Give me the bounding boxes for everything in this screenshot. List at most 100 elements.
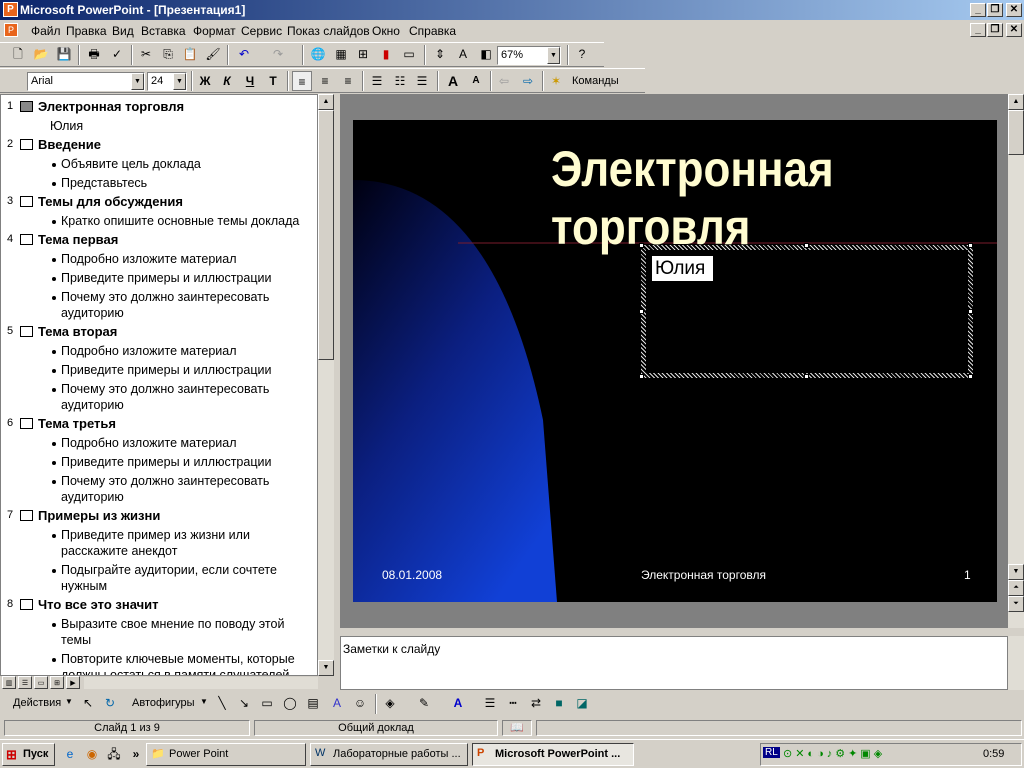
outline-bullet-text[interactable]: Приведите примеры и иллюстрации <box>61 454 271 470</box>
horizontal-scrollbar[interactable] <box>84 677 318 689</box>
decrease-font-icon[interactable]: A <box>466 71 486 91</box>
increase-font-icon[interactable]: A <box>443 71 463 91</box>
select-pointer-icon[interactable]: ↖ <box>78 693 98 713</box>
network-icon[interactable]: 🖧 <box>104 744 124 764</box>
scroll-thumb[interactable] <box>318 110 334 360</box>
doc-minimize-button[interactable]: _ <box>970 23 986 37</box>
outline-bullet-text[interactable]: Объявите цель доклада <box>61 156 201 172</box>
resize-handle[interactable] <box>804 374 809 379</box>
resize-handle[interactable] <box>639 374 644 379</box>
menu-window[interactable]: Окно <box>372 24 400 38</box>
demote-icon[interactable]: ⇨ <box>518 71 538 91</box>
undo-icon[interactable]: ↶ <box>234 44 254 64</box>
grayscale-icon[interactable]: ◧ <box>476 44 496 64</box>
bullets-icon[interactable]: ☰ <box>412 71 432 91</box>
font-combo[interactable]: Arial ▼ <box>27 72 145 91</box>
document-icon[interactable]: P <box>4 23 18 37</box>
start-button[interactable]: ⊞ Пуск <box>2 743 55 766</box>
format-painter-icon[interactable]: 🖌 <box>203 44 223 64</box>
outline-bullet-text[interactable]: Подробно изложите материал <box>61 343 237 359</box>
menu-tools[interactable]: Сервис <box>241 24 282 38</box>
more-quicklaunch-icon[interactable]: » <box>126 744 146 764</box>
new-icon[interactable]: 🗋 <box>8 44 28 64</box>
cut-icon[interactable]: ✂ <box>136 44 156 64</box>
menu-slideshow[interactable]: Показ слайдов <box>287 24 370 38</box>
3d-icon[interactable]: ◪ <box>572 693 592 713</box>
minimize-button[interactable]: _ <box>970 3 986 17</box>
menu-file[interactable]: Файл <box>31 24 61 38</box>
menu-view[interactable]: Вид <box>112 24 134 38</box>
autoshapes-menu[interactable]: Автофигуры <box>132 697 195 709</box>
slide-scrollbar[interactable]: ▲ ▼ ⏶ ⏷ <box>1008 94 1024 628</box>
resize-handle[interactable] <box>804 243 809 248</box>
line-spacing-icon[interactable]: ☷ <box>390 71 410 91</box>
slide-sorter-icon[interactable]: ⊞ <box>50 676 64 689</box>
resize-handle[interactable] <box>639 309 644 314</box>
previous-slide-icon[interactable]: ⏶ <box>1008 580 1024 596</box>
tray-icons[interactable]: ⊙✕◐◑♪⚙✦▣◈ <box>783 747 885 760</box>
outline-bullet-text[interactable]: Подыграйте аудитории, если сочтете нужным <box>61 562 277 594</box>
outline-view-icon[interactable]: ☰ <box>18 676 32 689</box>
subtitle-placeholder[interactable]: Юлия <box>641 245 973 378</box>
numbering-icon[interactable]: ☰ <box>367 71 387 91</box>
language-indicator[interactable]: RL <box>763 747 780 758</box>
commands-menu[interactable]: Команды <box>572 75 619 87</box>
slide-icon[interactable] <box>20 599 33 610</box>
show-formatting-icon[interactable]: A <box>453 44 473 64</box>
print-icon[interactable]: 🖶 <box>84 44 104 64</box>
outline-bullet-text[interactable]: Выразите свое мнение по поводу этой темы <box>61 616 284 648</box>
doc-restore-button[interactable]: ❐ <box>987 23 1003 37</box>
restore-button[interactable]: ❐ <box>987 3 1003 17</box>
menu-edit[interactable]: Правка <box>66 24 107 38</box>
hyperlink-icon[interactable]: 🌐 <box>308 44 328 64</box>
oval-icon[interactable]: ◯ <box>280 693 300 713</box>
open-icon[interactable]: 📂 <box>31 44 51 64</box>
outline-slide-title[interactable]: Темы для обсуждения <box>38 194 183 209</box>
scroll-up-icon[interactable]: ▲ <box>318 94 334 110</box>
align-left-icon[interactable]: ≡ <box>292 71 312 91</box>
resize-handle[interactable] <box>968 374 973 379</box>
notes-pane[interactable]: Заметки к слайду <box>340 636 1008 690</box>
bold-button[interactable]: Ж <box>195 71 215 91</box>
italic-button[interactable]: К <box>217 71 237 91</box>
outline-bullet-text[interactable]: Юлия <box>50 118 83 134</box>
scroll-down-icon[interactable]: ▼ <box>318 660 334 676</box>
ie-icon[interactable]: e <box>60 744 80 764</box>
outline-slide-title[interactable]: Введение <box>38 137 101 152</box>
insert-chart-icon[interactable]: ▮ <box>376 44 396 64</box>
outline-bullet-text[interactable]: Представьтесь <box>61 175 147 191</box>
shadow-button[interactable]: Т <box>263 71 283 91</box>
normal-view-icon[interactable]: ▥ <box>2 676 16 689</box>
line-color-icon[interactable]: ✎ <box>414 693 434 713</box>
next-slide-icon[interactable]: ⏷ <box>1008 596 1024 612</box>
actions-menu[interactable]: Действия <box>13 697 61 709</box>
scroll-thumb[interactable] <box>1008 110 1024 155</box>
chevron-down-icon[interactable]: ▼ <box>173 73 186 90</box>
tables-borders-icon[interactable]: ▦ <box>331 44 351 64</box>
paste-icon[interactable]: 📋 <box>180 44 200 64</box>
outline-bullet-text[interactable]: Повторите ключевые моменты, которые должн… <box>61 651 295 675</box>
help-icon[interactable]: ? <box>572 44 592 64</box>
menu-format[interactable]: Формат <box>193 24 236 38</box>
align-center-icon[interactable]: ≡ <box>315 71 335 91</box>
clipart-icon[interactable]: ☺ <box>350 693 370 713</box>
slide-icon[interactable] <box>20 101 33 112</box>
outline-bullet-text[interactable]: Почему это должно заинтересовать аудитори… <box>61 473 269 505</box>
slide-subtitle[interactable]: Юлия <box>652 256 714 281</box>
slide-canvas[interactable]: Электронная торговля Юлия 08.01.2008 Эле… <box>353 120 997 602</box>
animation-effects-icon[interactable]: ✶ <box>546 71 566 91</box>
align-right-icon[interactable]: ≡ <box>338 71 358 91</box>
slide-title[interactable]: Электронная торговля <box>551 140 834 256</box>
font-size-combo[interactable]: 24 ▼ <box>147 72 187 91</box>
outline-bullet-text[interactable]: Почему это должно заинтересовать аудитори… <box>61 289 269 321</box>
outline-slide-title[interactable]: Тема вторая <box>38 324 117 339</box>
slideshow-icon[interactable]: ▶ <box>66 676 80 689</box>
underline-button[interactable]: Ч <box>240 71 260 91</box>
resize-handle[interactable] <box>968 309 973 314</box>
slide-icon[interactable] <box>20 196 33 207</box>
zoom-combo[interactable]: 67% ▼ <box>497 46 561 65</box>
doc-close-button[interactable]: ✕ <box>1006 23 1022 37</box>
fill-color-icon[interactable]: ◈ <box>380 693 400 713</box>
taskbar-item-powerpoint[interactable]: P Microsoft PowerPoint ... <box>472 743 634 766</box>
media-player-icon[interactable]: ◉ <box>82 744 102 764</box>
